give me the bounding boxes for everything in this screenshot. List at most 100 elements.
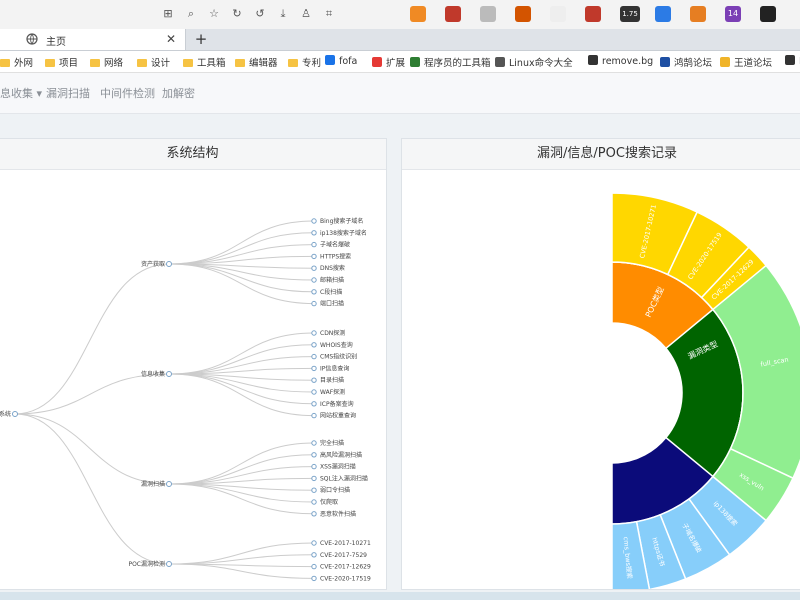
- undo-icon[interactable]: ↺: [252, 6, 268, 22]
- site-icon: [325, 55, 335, 65]
- tree-link: [168, 442, 315, 485]
- tree-link: [168, 244, 315, 265]
- tree-node[interactable]: [311, 289, 317, 295]
- tree-link: [168, 483, 315, 515]
- tree-leaf-label: WAF探测: [320, 388, 345, 396]
- bookmark-label: 网络: [104, 58, 124, 69]
- bookmark-item[interactable]: Linux命令大全: [495, 55, 573, 69]
- tree-link: [168, 373, 315, 405]
- tree-leaf-label: ICP备案查询: [320, 400, 354, 408]
- extension-icon[interactable]: [445, 6, 461, 22]
- tree-leaf-label: CVE-2017-12629: [320, 564, 371, 571]
- tree-leaf-label: 高风险漏洞扫描: [320, 451, 362, 459]
- tree-node[interactable]: [311, 389, 317, 395]
- extension-icon[interactable]: 1.75: [620, 6, 640, 22]
- site-icon: [720, 57, 730, 67]
- tree-node[interactable]: [311, 540, 317, 546]
- bookmark-item[interactable]: fofa: [325, 55, 357, 67]
- tree-node[interactable]: [311, 440, 317, 446]
- tree-link: [168, 344, 315, 375]
- star-icon[interactable]: ☆: [206, 6, 222, 22]
- extension-icon[interactable]: [760, 6, 776, 22]
- bookmark-item[interactable]: 鸿鹄论坛: [660, 55, 712, 69]
- tree-node[interactable]: [311, 452, 317, 458]
- bookmark-item[interactable]: 设计: [137, 55, 170, 69]
- tree-node[interactable]: [311, 552, 317, 558]
- tree-node[interactable]: [12, 411, 18, 417]
- extension-icon[interactable]: [550, 6, 566, 22]
- tree-node[interactable]: [311, 377, 317, 383]
- folder-icon: [90, 59, 100, 67]
- tree-node[interactable]: [311, 230, 317, 236]
- tree-node[interactable]: [311, 330, 317, 336]
- bookmark-item[interactable]: 专利: [288, 55, 321, 69]
- tab-home[interactable]: 主页 ✕: [0, 29, 186, 50]
- nav-middleware[interactable]: 中间件检测: [100, 85, 155, 101]
- tree-node[interactable]: [311, 241, 317, 248]
- new-tab-button[interactable]: +: [192, 30, 210, 48]
- tree-node[interactable]: [166, 371, 172, 377]
- crop-icon[interactable]: ⌗: [321, 6, 337, 22]
- tree-node[interactable]: [311, 499, 317, 505]
- tree-node[interactable]: [311, 353, 317, 360]
- bookmark-label: 项目: [59, 58, 79, 69]
- bookmark-label: fofa: [339, 56, 358, 67]
- tree-node[interactable]: [311, 401, 317, 407]
- tree-node[interactable]: [311, 300, 317, 307]
- nav-info-gathering[interactable]: 息收集 ▾: [0, 85, 42, 101]
- tree-node[interactable]: [311, 463, 317, 470]
- tree-node[interactable]: [311, 475, 317, 482]
- tree-node[interactable]: [311, 218, 317, 224]
- bookmark-item[interactable]: NL: [785, 55, 800, 67]
- tree-node[interactable]: [311, 563, 317, 570]
- bookmark-item[interactable]: 项目: [45, 55, 78, 69]
- bookmark-item[interactable]: remove.bg: [588, 55, 653, 67]
- refresh-icon[interactable]: ↻: [229, 6, 245, 22]
- folder-icon: [0, 59, 10, 67]
- tree-node[interactable]: [166, 561, 172, 567]
- translate-icon[interactable]: ⊞: [160, 6, 176, 22]
- site-icon: [660, 57, 670, 67]
- tree-node[interactable]: [311, 265, 317, 271]
- tree-node[interactable]: [311, 511, 317, 517]
- extension-icon[interactable]: [655, 6, 671, 22]
- nav-vuln-scan[interactable]: 漏洞扫描: [46, 85, 90, 101]
- bookmark-item[interactable]: 外网: [0, 55, 33, 69]
- bookmark-label: Linux命令大全: [509, 58, 573, 69]
- sunburst-panel-title: 漏洞/信息/POC搜索记录: [402, 139, 800, 170]
- site-icon: [785, 55, 795, 65]
- tree-group-label: 资产获取: [141, 260, 165, 268]
- download-icon[interactable]: ⤓: [275, 6, 291, 22]
- extension-icon[interactable]: [515, 6, 531, 22]
- tree-leaf-label: DNS搜索: [320, 264, 345, 272]
- extension-icon[interactable]: [585, 6, 601, 22]
- close-icon[interactable]: ✕: [166, 32, 176, 46]
- extension-icon[interactable]: 14: [725, 6, 741, 22]
- nav-crypto[interactable]: 加解密: [162, 85, 195, 101]
- tree-root-label: 系统: [0, 410, 11, 418]
- tree-node[interactable]: [311, 277, 317, 283]
- tree-link: [168, 263, 315, 305]
- extension-icon[interactable]: [480, 6, 496, 22]
- tree-node[interactable]: [311, 575, 317, 582]
- extension-icon[interactable]: [410, 6, 426, 22]
- bookmark-item[interactable]: 编辑器: [235, 55, 278, 69]
- bookmark-item[interactable]: 工具箱: [183, 55, 226, 69]
- bookmark-item[interactable]: 程序员的工具箱: [410, 55, 491, 69]
- bookmark-item[interactable]: 扩展: [372, 55, 405, 69]
- bookmark-item[interactable]: 王道论坛: [720, 55, 772, 69]
- tree-node[interactable]: [311, 365, 317, 372]
- extension-icon[interactable]: [690, 6, 706, 22]
- tree-node[interactable]: [311, 253, 317, 260]
- tree-node[interactable]: [311, 412, 317, 419]
- tree-leaf-label: 端口扫描: [320, 300, 344, 308]
- tree-node[interactable]: [166, 481, 172, 487]
- zoom-icon[interactable]: ⌕: [183, 6, 199, 22]
- tree-node[interactable]: [311, 487, 317, 493]
- tree-link: [168, 332, 315, 375]
- tree-node[interactable]: [166, 261, 172, 267]
- bookmark-item[interactable]: 网络: [90, 55, 123, 69]
- tree-leaf-label: IP信息查询: [320, 364, 349, 372]
- tree-node[interactable]: [311, 342, 317, 348]
- account-icon[interactable]: ♙: [298, 6, 314, 22]
